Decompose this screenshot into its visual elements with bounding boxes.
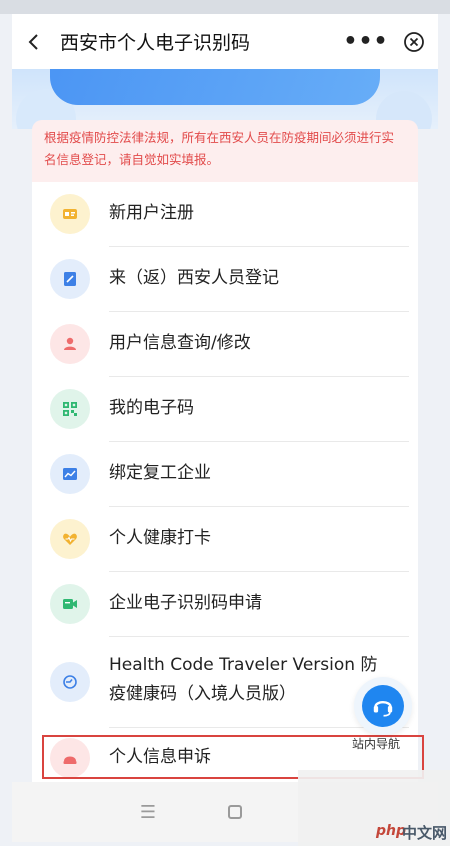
menu-icon[interactable]: ☰	[130, 800, 166, 824]
menu-item-new-user-register[interactable]: 新用户注册	[32, 182, 418, 246]
close-button[interactable]	[390, 14, 438, 69]
menu-item-label: 新用户注册	[109, 203, 194, 223]
user-icon	[50, 324, 90, 364]
back-button[interactable]	[12, 14, 56, 69]
menu-item-label: 企业电子识别码申请	[109, 593, 262, 613]
close-icon	[404, 31, 424, 52]
menu-item-label: 用户信息查询/修改	[109, 333, 251, 353]
site-navigation-label: 站内导航	[352, 737, 401, 751]
id-card-icon	[50, 194, 90, 234]
menu-item-user-info-query[interactable]: 用户信息查询/修改	[32, 312, 418, 376]
menu-item-label: 来（返）西安人员登记	[109, 268, 279, 288]
menu-item-label: 绑定复工企业	[109, 463, 211, 483]
page-title: 西安市个人电子识别码	[60, 32, 251, 54]
watermark: php 中文网	[298, 770, 450, 846]
heart-icon	[50, 519, 90, 559]
status-bar	[0, 0, 450, 14]
watermark-text: 中文网	[402, 824, 448, 842]
notice-banner: 根据疫情防控法律法规，所有在西安人员在防疫期间必须进行实名信息登记，请自觉如实填…	[32, 120, 418, 182]
menu-item-return-registration[interactable]: 来（返）西安人员登记	[32, 247, 418, 311]
menu-item-label-line2: 疫健康码（入境人员版）	[109, 684, 296, 704]
header-bar: 西安市个人电子识别码 •••	[12, 14, 438, 69]
more-options-button[interactable]: •••	[342, 14, 390, 69]
menu-item-label-line1: Health Code Traveler Version 防	[109, 655, 378, 675]
menu-item-bind-company[interactable]: 绑定复工企业	[32, 442, 418, 506]
qr-code-icon	[50, 389, 90, 429]
site-navigation-button[interactable]	[354, 677, 412, 735]
banner-pill	[50, 69, 380, 105]
menu-item-label: 个人健康打卡	[109, 528, 211, 548]
edit-form-icon	[50, 259, 90, 299]
menu-item-health-checkin[interactable]: 个人健康打卡	[32, 507, 418, 571]
menu-item-my-code[interactable]: 我的电子码	[32, 377, 418, 441]
chevron-left-icon	[28, 33, 38, 50]
chart-icon	[50, 454, 90, 494]
menu-item-company-code-apply[interactable]: 企业电子识别码申请	[32, 572, 418, 636]
home-icon[interactable]	[217, 800, 253, 824]
video-icon	[50, 584, 90, 624]
menu-item-label: 我的电子码	[109, 398, 194, 418]
headset-icon	[362, 685, 404, 727]
sync-icon	[50, 662, 90, 702]
